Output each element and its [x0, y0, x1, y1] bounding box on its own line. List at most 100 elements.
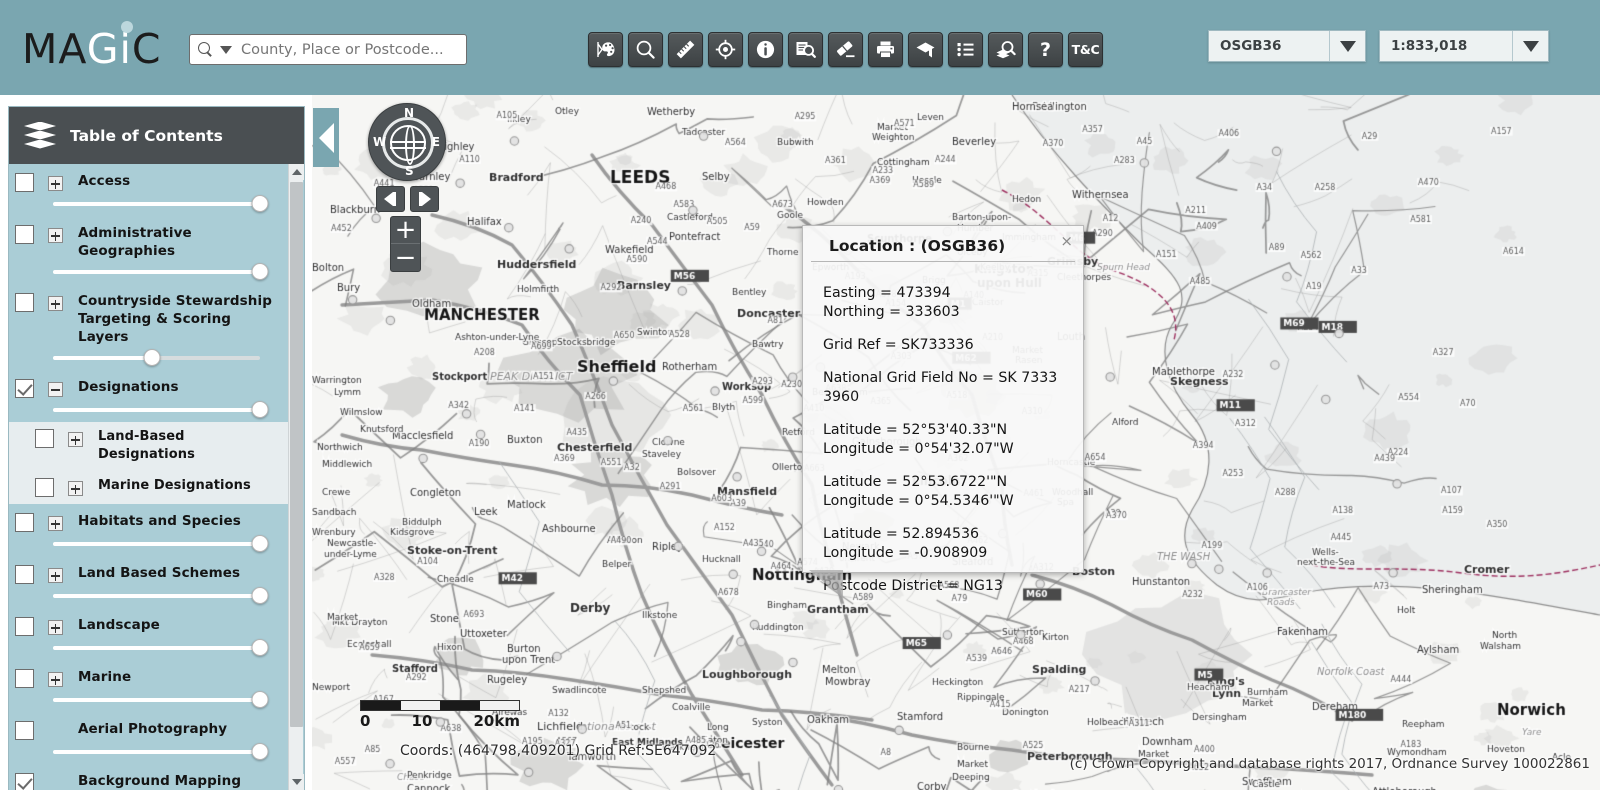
palette-icon[interactable]	[588, 32, 623, 67]
toc-layer-row[interactable]: Habitats and Species	[9, 504, 288, 556]
layer-checkbox[interactable]	[15, 721, 34, 740]
datum-dropdown-button[interactable]	[1329, 31, 1365, 61]
layer-search-icon[interactable]	[988, 32, 1023, 67]
layer-checkbox[interactable]	[15, 379, 34, 398]
compass-icon[interactable]: N S W E	[368, 103, 446, 181]
layer-checkbox[interactable]	[35, 429, 54, 448]
collapse-layer-icon[interactable]	[48, 382, 63, 397]
toc-layer-row[interactable]: Land Based Schemes	[9, 556, 288, 608]
info-icon[interactable]	[748, 32, 783, 67]
chevron-down-icon	[1339, 40, 1356, 52]
search-box[interactable]	[189, 34, 467, 65]
layer-label: Habitats and Species	[78, 513, 241, 529]
query-icon[interactable]	[788, 32, 823, 67]
toc-layer-row[interactable]: Aerial Photography	[9, 712, 288, 764]
slider-handle[interactable]	[251, 743, 269, 760]
layer-checkbox[interactable]	[15, 773, 34, 790]
printer-icon[interactable]	[868, 32, 903, 67]
layer-checkbox[interactable]	[15, 173, 34, 192]
toc-header: Table of Contents	[9, 107, 304, 164]
layer-checkbox[interactable]	[15, 669, 34, 688]
slider-handle[interactable]	[143, 349, 161, 366]
layer-opacity-slider[interactable]	[53, 639, 269, 656]
terms-icon[interactable]: T&C	[1068, 32, 1103, 67]
expand-layer-icon[interactable]	[68, 481, 83, 496]
expand-layer-icon[interactable]	[68, 432, 83, 447]
search-icon	[198, 42, 213, 57]
next-arrow-icon	[422, 192, 431, 206]
layer-checkbox[interactable]	[15, 617, 34, 636]
layer-opacity-slider[interactable]	[53, 691, 269, 708]
layer-opacity-slider[interactable]	[53, 195, 269, 212]
slider-handle[interactable]	[251, 263, 269, 280]
layer-opacity-slider[interactable]	[53, 535, 269, 552]
toc-scrollbar[interactable]	[288, 164, 304, 790]
slider-handle[interactable]	[251, 195, 269, 212]
slider-handle[interactable]	[251, 401, 269, 418]
scroll-up-button[interactable]	[289, 164, 304, 180]
slider-handle[interactable]	[251, 691, 269, 708]
expand-layer-icon[interactable]	[48, 620, 63, 635]
search-icon[interactable]	[628, 32, 663, 67]
expand-layer-icon[interactable]	[48, 672, 63, 687]
toc-layer-row[interactable]: Administrative Geographies	[9, 216, 288, 284]
layer-opacity-slider[interactable]	[53, 401, 269, 418]
help-icon[interactable]: ?	[1028, 32, 1063, 67]
sidebar-collapse-button[interactable]	[313, 108, 339, 167]
search-input[interactable]	[241, 41, 460, 58]
chevron-down-icon	[1522, 40, 1539, 52]
popup-field: Northing = 333603	[823, 304, 960, 320]
toc-layer-row[interactable]: Designations	[9, 370, 288, 422]
toc-layer-header: Marine	[15, 668, 278, 688]
scroll-down-button[interactable]	[289, 774, 304, 790]
slider-track-filled	[53, 646, 260, 650]
toc-layer-row[interactable]: Marine Designations	[9, 471, 288, 504]
slider-handle[interactable]	[251, 587, 269, 604]
toc-layer-row[interactable]: Marine	[9, 660, 288, 712]
layer-label: Access	[78, 173, 131, 189]
expand-layer-icon[interactable]	[48, 516, 63, 531]
scale-min-label: 0	[360, 712, 371, 730]
slider-track-filled	[53, 542, 260, 546]
bookmark-icon[interactable]	[908, 32, 943, 67]
next-extent-button[interactable]	[410, 186, 439, 212]
layer-checkbox[interactable]	[15, 293, 34, 312]
toc-layer-row[interactable]: Land-Based Designations	[9, 422, 288, 471]
slider-handle[interactable]	[251, 639, 269, 656]
expand-layer-icon[interactable]	[48, 296, 63, 311]
location-info-popup[interactable]: Location : (OSGB36) × Easting = 473394 No…	[802, 225, 1084, 598]
expand-layer-icon[interactable]	[48, 568, 63, 583]
expand-layer-icon[interactable]	[48, 176, 63, 191]
datum-select[interactable]: OSGB36	[1208, 30, 1366, 62]
zoom-in-button[interactable]: +	[391, 217, 420, 244]
scale-mid-label: 10	[411, 712, 433, 730]
close-icon[interactable]: ×	[1060, 234, 1073, 249]
layer-opacity-slider[interactable]	[53, 263, 269, 280]
slider-track-filled	[53, 698, 260, 702]
toc-layer-row[interactable]: Background Mapping	[9, 764, 288, 790]
slider-handle[interactable]	[251, 535, 269, 552]
zoom-out-button[interactable]: −	[391, 244, 420, 271]
ruler-icon[interactable]	[668, 32, 703, 67]
toc-layer-row[interactable]: Countryside Stewardship Targeting & Scor…	[9, 284, 288, 370]
map-viewport[interactable]: N S W E + − 0 10 20km Coords: (464798,40…	[312, 95, 1600, 790]
toc-layer-row[interactable]: Landscape	[9, 608, 288, 660]
scale-select[interactable]: 1:833,018	[1379, 30, 1549, 62]
layer-checkbox[interactable]	[15, 513, 34, 532]
scrollbar-thumb[interactable]	[290, 182, 303, 727]
eraser-icon[interactable]	[828, 32, 863, 67]
layer-checkbox[interactable]	[15, 225, 34, 244]
layer-opacity-slider[interactable]	[53, 349, 260, 366]
layer-opacity-slider[interactable]	[53, 587, 269, 604]
previous-extent-button[interactable]	[376, 186, 405, 212]
layer-opacity-slider[interactable]	[53, 743, 269, 760]
legend-icon[interactable]	[948, 32, 983, 67]
expand-layer-icon[interactable]	[48, 228, 63, 243]
layer-checkbox[interactable]	[15, 565, 34, 584]
chevron-down-icon[interactable]	[220, 45, 232, 54]
target-icon[interactable]	[708, 32, 743, 67]
scale-dropdown-button[interactable]	[1512, 31, 1548, 61]
toc-layer-row[interactable]: Access	[9, 164, 288, 216]
layer-checkbox[interactable]	[35, 478, 54, 497]
toc-layer-list[interactable]: Access Administrative Geographies Countrys…	[9, 164, 304, 790]
